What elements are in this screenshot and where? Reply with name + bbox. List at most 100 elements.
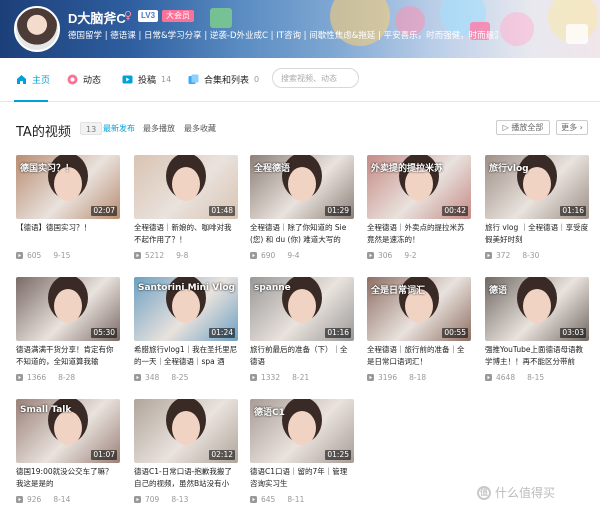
video-count-badge: 13	[80, 122, 103, 135]
video-icon	[122, 74, 133, 85]
video-thumbnail[interactable]: spanne 01:16	[250, 277, 354, 341]
upload-date: 9-8	[176, 250, 189, 260]
vip-badge[interactable]: 大会员	[162, 10, 194, 22]
thumbnail-person	[172, 289, 200, 323]
video-title[interactable]: 全程德语｜新娘的、咖啡对我不起作用了？！	[134, 222, 238, 246]
video-card[interactable]: Santorini Mini Vlog 1 01:24 希腊旅行vlog1｜我在圣托…	[134, 277, 238, 389]
play-count: 1332	[261, 372, 281, 382]
video-duration: 03:03	[560, 328, 586, 338]
tab-submissions[interactable]: 投稿 14	[122, 71, 171, 87]
video-card[interactable]: 旅行vlog 01:16 旅行 vlog ｜全程德语｜享受度假美好时刻 372 8-30	[485, 155, 589, 267]
upload-date: 9-4	[287, 250, 300, 260]
upload-date: 8-28	[58, 372, 76, 382]
play-count: 4648	[496, 372, 516, 382]
video-title[interactable]: 希腊旅行vlog1｜我在圣托里尼的一天｜全程德语｜spa 酒	[134, 344, 238, 368]
video-thumbnail[interactable]: 02:12	[134, 399, 238, 463]
video-card[interactable]: 德国实习？！ 02:07 【德语】德国实习？！ 605 9-15	[16, 155, 120, 267]
video-title[interactable]: 德语C1口语｜留的7年｜管理咨询实习生	[250, 466, 354, 490]
video-card[interactable]: 01:48 全程德语｜新娘的、咖啡对我不起作用了？！ 5212 9-8	[134, 155, 238, 267]
video-thumbnail[interactable]: 全程德语 01:29	[250, 155, 354, 219]
sort-most-favorited[interactable]: 最多收藏	[184, 123, 216, 134]
play-count: 709	[145, 494, 160, 504]
video-duration: 05:30	[91, 328, 117, 338]
level-badge: LV3	[138, 10, 159, 22]
play-count-icon	[16, 495, 23, 503]
video-meta: 4648 8-15	[485, 372, 589, 382]
video-card[interactable]: 外卖提的提拉米苏 00:42 全程德语｜外卖点的提拉米苏竟然是速冻的！ 306 9-2	[367, 155, 471, 267]
play-count: 3196	[378, 372, 398, 382]
video-thumbnail[interactable]: Santorini Mini Vlog 1 01:24	[134, 277, 238, 341]
tab-submissions-label: 投稿	[138, 75, 157, 86]
video-card[interactable]: 02:12 德语C1-日常口语-抱歉我搬了自己的视频，虽然B站没有小 709 8-13	[134, 399, 238, 511]
search-input[interactable]	[272, 68, 359, 88]
avatar[interactable]	[14, 6, 60, 52]
video-title[interactable]: 旅行 vlog ｜全程德语｜享受度假美好时刻	[485, 222, 589, 246]
video-duration: 01:29	[325, 206, 351, 216]
upload-date: 8-14	[53, 494, 71, 504]
video-card[interactable]: spanne 01:16 旅行前最后的准备（下）｜全德语 1332 8-21	[250, 277, 354, 389]
thumbnail-caption: 德国实习？！	[20, 164, 75, 174]
upload-date: 8-30	[522, 250, 540, 260]
video-thumbnail[interactable]: 旅行vlog 01:16	[485, 155, 589, 219]
video-card[interactable]: 05:30 德语满满干货分享！肯定有你不知道的，全知道算我输 1366 8-28	[16, 277, 120, 389]
banner-decoration	[500, 12, 534, 46]
play-count-icon	[16, 373, 23, 381]
tab-collections[interactable]: 合集和列表 0	[188, 71, 259, 87]
tab-dynamic[interactable]: 动态	[67, 71, 101, 87]
video-card[interactable]: 德语 03:03 强推YouTube上面德语母语教学博主！！再不能区分带前 4648 8…	[485, 277, 589, 389]
video-thumbnail[interactable]: Small Talk 01:07	[16, 399, 120, 463]
collection-icon	[188, 74, 199, 85]
video-duration: 01:16	[560, 206, 586, 216]
video-thumbnail[interactable]: 05:30	[16, 277, 120, 341]
video-duration: 00:55	[442, 328, 468, 338]
sort-latest[interactable]: 最新发布	[103, 123, 135, 134]
video-thumbnail[interactable]: 德国实习？！ 02:07	[16, 155, 120, 219]
thumbnail-person	[523, 289, 551, 323]
play-count-icon	[250, 495, 257, 503]
video-title[interactable]: 旅行前最后的准备（下）｜全德语	[250, 344, 354, 368]
thumbnail-person	[54, 411, 82, 445]
upload-date: 8-11	[287, 494, 305, 504]
video-duration: 01:07	[91, 450, 117, 460]
video-thumbnail[interactable]: 01:48	[134, 155, 238, 219]
collections-count: 0	[254, 74, 260, 84]
play-count-icon	[16, 251, 23, 259]
video-thumbnail[interactable]: 德语 03:03	[485, 277, 589, 341]
female-icon: ♀	[124, 9, 133, 22]
play-all-button[interactable]: ▷ 播放全部	[496, 120, 550, 135]
video-title[interactable]: 德国19:00就没公交车了嘛？我这是是的	[16, 466, 120, 490]
video-duration: 01:48	[209, 206, 235, 216]
video-thumbnail[interactable]: 全是日常词汇 00:55	[367, 277, 471, 341]
tab-home[interactable]: 主页	[16, 71, 50, 87]
video-meta: 1332 8-21	[250, 372, 354, 382]
thumbnail-caption: 德语	[489, 286, 508, 296]
video-title[interactable]: 强推YouTube上面德语母语教学博主！！再不能区分带前	[485, 344, 589, 368]
video-card[interactable]: 全程德语 01:29 全程德语｜除了你知道的 Sie(您) 和 du (你) 难道大…	[250, 155, 354, 267]
play-count-icon	[367, 251, 374, 259]
play-count: 1366	[27, 372, 47, 382]
play-count-icon	[134, 373, 141, 381]
video-card[interactable]: 德语C1 01:25 德语C1口语｜留的7年｜管理咨询实习生 645 8-11	[250, 399, 354, 511]
video-title[interactable]: 全程德语｜除了你知道的 Sie(您) 和 du (你) 难道大写的	[250, 222, 354, 246]
video-title[interactable]: 德语C1-日常口语-抱歉我搬了自己的视频，虽然B站没有小	[134, 466, 238, 490]
play-count: 605	[27, 250, 42, 260]
video-card[interactable]: 全是日常词汇 00:55 全程德语｜旅行前的准备｜全是日常口语词汇！ 3196 8-18	[367, 277, 471, 389]
play-count: 348	[145, 372, 160, 382]
play-count-icon	[134, 495, 141, 503]
video-meta: 5212 9-8	[134, 250, 238, 260]
video-title[interactable]: 全程德语｜旅行前的准备｜全是日常口语词汇！	[367, 344, 471, 368]
watermark-text: 什么值得买	[495, 486, 556, 500]
video-title[interactable]: 【德语】德国实习？！	[16, 222, 120, 246]
video-duration: 02:12	[209, 450, 235, 460]
video-meta: 348 8-25	[134, 372, 238, 382]
video-title[interactable]: 全程德语｜外卖点的提拉米苏竟然是速冻的！	[367, 222, 471, 246]
video-thumbnail[interactable]: 德语C1 01:25	[250, 399, 354, 463]
video-card[interactable]: Small Talk 01:07 德国19:00就没公交车了嘛？我这是是的 926 8-…	[16, 399, 120, 511]
sort-most-played[interactable]: 最多播放	[143, 123, 175, 134]
video-title[interactable]: 德语满满干货分享！肯定有你不知道的，全知道算我输	[16, 344, 120, 368]
play-count: 372	[496, 250, 511, 260]
play-count: 926	[27, 494, 42, 504]
upload-date: 9-15	[53, 250, 71, 260]
more-button[interactable]: 更多 ›	[556, 120, 588, 135]
video-thumbnail[interactable]: 外卖提的提拉米苏 00:42	[367, 155, 471, 219]
